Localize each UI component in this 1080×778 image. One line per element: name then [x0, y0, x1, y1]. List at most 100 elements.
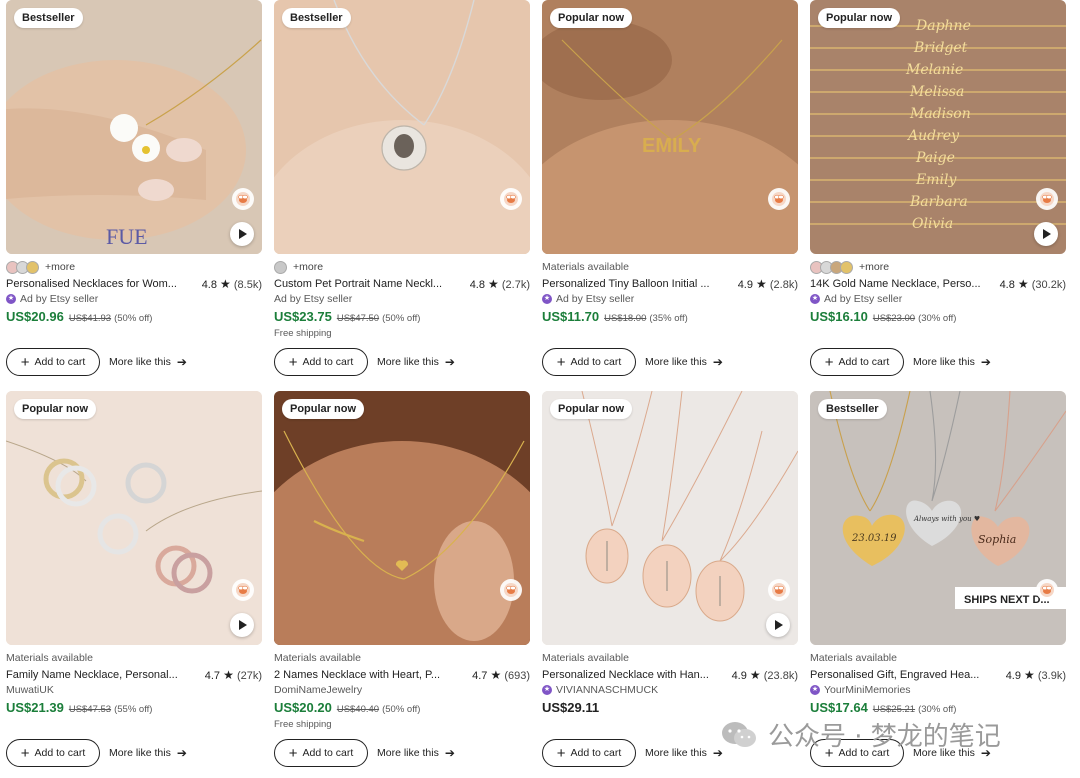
play-icon[interactable] — [1034, 222, 1058, 246]
product-title[interactable]: Family Name Necklace, Personal... — [6, 669, 178, 681]
bee-favorite-icon[interactable] — [768, 579, 790, 601]
wechat-icon — [722, 721, 756, 747]
seller-name[interactable]: MuwatiUK — [6, 684, 54, 696]
more-like-this-link[interactable]: More like this ➔ — [109, 746, 187, 760]
product-title[interactable]: 14K Gold Name Necklace, Perso... — [810, 278, 982, 290]
bee-favorite-icon[interactable] — [500, 579, 522, 601]
rating: 4.9 ★ (3.9k) — [1006, 668, 1066, 682]
seller-info[interactable]: ★ YourMiniMemories — [810, 683, 1066, 697]
add-to-cart-button[interactable]: + Add to cart — [542, 348, 636, 376]
materials-row: Materials available — [542, 648, 798, 668]
add-to-cart-button[interactable]: + Add to cart — [810, 348, 904, 376]
sale-price: US$11.70 — [542, 309, 600, 324]
product-card[interactable]: EMILY Popular now Materials available Pe… — [542, 0, 798, 376]
swatch — [26, 260, 39, 274]
original-price: US$47.50 — [336, 313, 380, 324]
product-image[interactable]: Popular now — [6, 391, 262, 645]
more-like-this-label: More like this — [109, 356, 171, 368]
svg-text:Olivia: Olivia — [912, 216, 953, 232]
star-seller-icon: ★ — [6, 294, 16, 304]
product-title[interactable]: Custom Pet Portrait Name Neckl... — [274, 278, 446, 290]
product-image[interactable]: EMILY Popular now — [542, 0, 798, 254]
play-icon[interactable] — [230, 222, 254, 246]
add-to-cart-label: Add to cart — [570, 356, 622, 368]
svg-text:Bridget: Bridget — [913, 40, 968, 56]
seller-info[interactable]: DomiNameJewelry — [274, 683, 530, 697]
star-seller-icon: ★ — [542, 294, 552, 304]
seller-info[interactable]: ★ VIVIANNASCHMUCK — [542, 683, 798, 697]
product-card[interactable]: Popular now Materials available 2 Names … — [274, 391, 530, 767]
review-count: (30.2k) — [1031, 279, 1066, 291]
product-card[interactable]: Daphne Bridget Melanie Melissa Madison A… — [810, 0, 1066, 376]
more-variants[interactable]: +more — [859, 261, 889, 273]
badge-label: Popular now — [818, 8, 900, 28]
seller-info[interactable]: MuwatiUK — [6, 683, 262, 697]
bee-favorite-icon[interactable] — [1036, 579, 1058, 601]
add-to-cart-button[interactable]: + Add to cart — [274, 348, 368, 376]
rating-value: 4.9 — [731, 670, 747, 682]
more-like-this-link[interactable]: More like this ➔ — [913, 355, 991, 369]
watermark: 公众号 · 梦龙的笔记 — [720, 716, 1001, 753]
product-image[interactable]: Popular now — [542, 391, 798, 645]
arrow-right-icon: ➔ — [980, 355, 991, 369]
play-icon[interactable] — [766, 613, 790, 637]
svg-text:Paige: Paige — [915, 150, 955, 166]
add-to-cart-button[interactable]: + Add to cart — [274, 739, 368, 767]
badge-label: Popular now — [550, 8, 632, 28]
star-seller-icon: ★ — [810, 294, 820, 304]
bee-favorite-icon[interactable] — [1036, 188, 1058, 210]
more-like-this-link[interactable]: More like this ➔ — [645, 746, 723, 760]
sale-price: US$21.39 — [6, 700, 64, 715]
play-icon[interactable] — [230, 613, 254, 637]
seller-name[interactable]: DomiNameJewelry — [274, 684, 362, 696]
more-like-this-link[interactable]: More like this ➔ — [645, 355, 723, 369]
product-photo — [274, 391, 530, 645]
more-variants[interactable]: +more — [293, 261, 323, 273]
seller-name[interactable]: YourMiniMemories — [824, 684, 911, 696]
product-image[interactable]: 23.03.19 Always with you ♥ Sophia SHIPS … — [810, 391, 1066, 645]
bee-favorite-icon[interactable] — [768, 188, 790, 210]
svg-text:Madison: Madison — [909, 106, 971, 122]
product-card[interactable]: 23.03.19 Always with you ♥ Sophia SHIPS … — [810, 391, 1066, 767]
product-title[interactable]: Personalised Necklaces for Wom... — [6, 278, 178, 290]
discount: (55% off) — [114, 704, 153, 715]
shipping-info: Free shipping — [274, 719, 332, 730]
star-icon: ★ — [223, 668, 234, 682]
product-card[interactable]: FUE Bestseller +more Personalised Neckla… — [6, 0, 262, 376]
bee-favorite-icon[interactable] — [232, 579, 254, 601]
plus-icon: + — [20, 744, 30, 762]
product-image[interactable]: Daphne Bridget Melanie Melissa Madison A… — [810, 0, 1066, 254]
plus-icon: + — [288, 744, 298, 762]
bee-favorite-icon[interactable] — [500, 188, 522, 210]
product-image[interactable]: Popular now — [274, 391, 530, 645]
seller-name[interactable]: VIVIANNASCHMUCK — [556, 684, 658, 696]
add-to-cart-button[interactable]: + Add to cart — [542, 739, 636, 767]
more-like-this-link[interactable]: More like this ➔ — [109, 355, 187, 369]
product-image[interactable]: Bestseller — [274, 0, 530, 254]
product-card[interactable]: Popular now Materials available Personal… — [542, 391, 798, 767]
product-title[interactable]: Personalized Tiny Balloon Initial ... — [542, 278, 714, 290]
seller-info: ★ Ad by Etsy seller — [542, 292, 798, 306]
badge-label: Popular now — [282, 399, 364, 419]
materials-row: Materials available — [810, 648, 1066, 668]
review-count: (3.9k) — [1037, 670, 1066, 682]
add-to-cart-button[interactable]: + Add to cart — [6, 348, 100, 376]
product-title[interactable]: Personalised Gift, Engraved Hea... — [810, 669, 982, 681]
price-row: US$20.96 US$41.93 (50% off) — [6, 309, 262, 327]
product-card[interactable]: Bestseller +more Custom Pet Portrait Nam… — [274, 0, 530, 376]
svg-text:23.03.19: 23.03.19 — [851, 533, 897, 544]
rating: 4.8 ★ (8.5k) — [202, 277, 262, 291]
more-variants[interactable]: +more — [45, 261, 75, 273]
bee-favorite-icon[interactable] — [232, 188, 254, 210]
product-title[interactable]: Personalized Necklace with Han... — [542, 669, 714, 681]
add-to-cart-button[interactable]: + Add to cart — [6, 739, 100, 767]
product-card[interactable]: Popular now Materials available Family N… — [6, 391, 262, 767]
product-title[interactable]: 2 Names Necklace with Heart, P... — [274, 669, 446, 681]
more-like-this-link[interactable]: More like this ➔ — [377, 746, 455, 760]
more-like-this-link[interactable]: More like this ➔ — [377, 355, 455, 369]
arrow-right-icon: ➔ — [712, 355, 723, 369]
discount: (35% off) — [649, 313, 688, 324]
rating-value: 4.7 — [204, 670, 221, 682]
more-like-this-label: More like this — [645, 747, 707, 759]
product-image[interactable]: FUE Bestseller — [6, 0, 262, 254]
